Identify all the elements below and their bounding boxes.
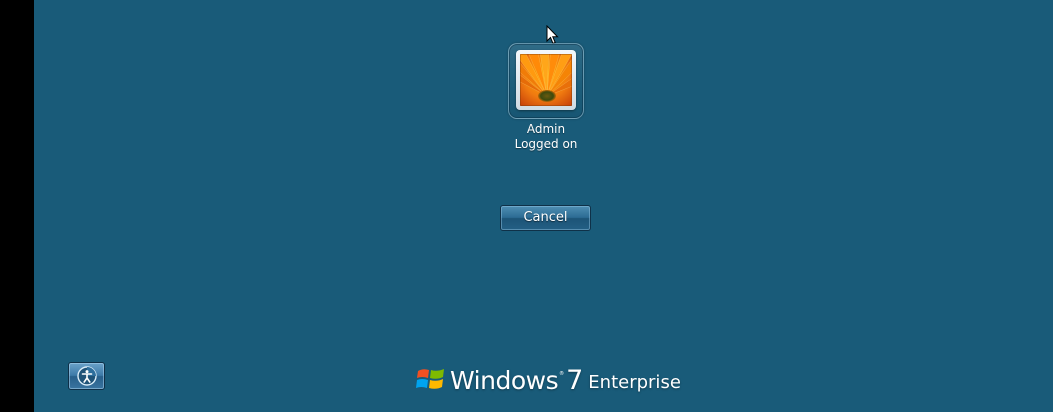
left-black-bar — [0, 0, 34, 412]
logon-screen: Admin Logged on Cancel Windows ® 7 Enter… — [0, 0, 1053, 412]
user-tile[interactable] — [508, 43, 584, 119]
trademark-symbol: ® — [559, 371, 565, 377]
cancel-button[interactable]: Cancel — [500, 205, 591, 231]
mouse-cursor-icon — [546, 25, 559, 45]
ease-of-access-button[interactable] — [68, 362, 105, 390]
user-picture-frame — [516, 50, 576, 110]
user-status: Logged on — [514, 137, 578, 151]
windows-flag-logo — [416, 369, 444, 389]
logon-background: Admin Logged on Cancel Windows ® 7 Enter… — [34, 0, 1053, 412]
user-name: Admin — [526, 122, 566, 136]
user-picture — [520, 54, 572, 106]
ease-of-access-icon — [77, 366, 97, 386]
windows-branding: Windows ® 7 Enterprise — [416, 360, 681, 396]
brand-product-name: Windows — [450, 366, 559, 395]
brand-version: 7 — [566, 365, 584, 396]
brand-edition: Enterprise — [588, 372, 681, 393]
